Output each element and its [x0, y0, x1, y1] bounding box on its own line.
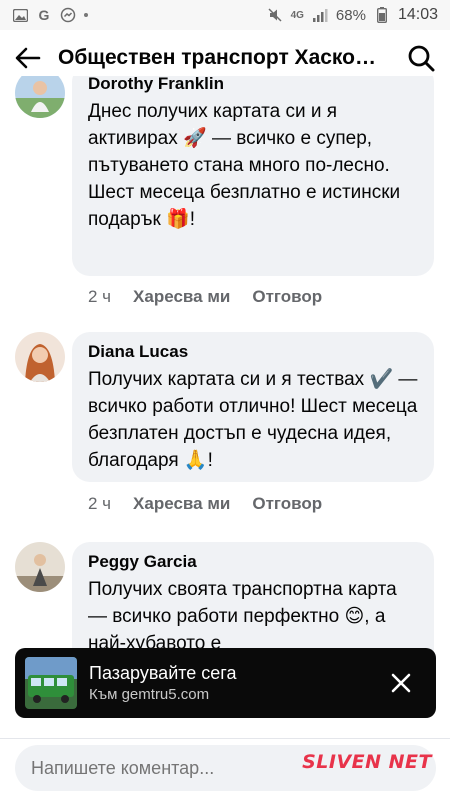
- ad-texts: Пазарувайте сега Към gemtru5.com: [89, 661, 386, 705]
- comment-text: Днес получих картата си и я активирах 🚀 …: [88, 101, 401, 230]
- comment-time: 2 ч: [88, 287, 112, 306]
- comment-author[interactable]: Dorothy Franklin: [88, 76, 420, 94]
- messenger-icon: [60, 7, 76, 23]
- comment-bubble: Dorothy Franklin Днес получих картата си…: [72, 76, 434, 276]
- comment-author[interactable]: Diana Lucas: [88, 342, 420, 362]
- comment-text: Получих картата си и я тествах ✔️ — всич…: [88, 369, 418, 471]
- reply-button[interactable]: Отговор: [252, 494, 322, 514]
- ad-banner[interactable]: Пазарувайте сега Към gemtru5.com: [15, 648, 436, 718]
- ad-link[interactable]: Към gemtru5.com: [89, 685, 386, 705]
- status-left: G: [12, 7, 88, 23]
- reply-button[interactable]: Отговор: [252, 287, 322, 307]
- search-icon[interactable]: [404, 41, 438, 75]
- back-arrow-icon[interactable]: [12, 42, 44, 74]
- comment-list: Dorothy Franklin Днес получих картата си…: [0, 76, 450, 736]
- status-bar: G 4G 68% 14:03: [0, 0, 450, 30]
- battery-icon: [374, 7, 390, 23]
- watermark-text: SLIVEN NET: [302, 751, 432, 773]
- avatar[interactable]: [15, 332, 65, 382]
- comment-author[interactable]: Peggy Garcia: [88, 552, 420, 572]
- composer-bar: SLIVEN NET: [0, 738, 450, 800]
- comment-bubble: Diana Lucas Получих картата си и я теств…: [72, 332, 434, 482]
- battery-percentage: 68%: [335, 6, 366, 24]
- signal-icon: [312, 7, 328, 23]
- mute-icon: [267, 7, 283, 23]
- comment-actions: 2 ч Харесва ми Отговор: [88, 494, 322, 514]
- avatar[interactable]: [15, 542, 65, 592]
- avatar[interactable]: [15, 76, 65, 118]
- comment-input[interactable]: [31, 757, 271, 779]
- google-icon: G: [38, 7, 50, 23]
- like-button[interactable]: Харесва ми: [133, 287, 230, 307]
- clock: 14:03: [397, 6, 438, 23]
- ad-thumbnail[interactable]: [25, 657, 77, 709]
- ad-title[interactable]: Пазарувайте сега: [89, 661, 386, 685]
- watermark: SLIVEN NET: [302, 751, 432, 773]
- page-title: Обществен транспорт Хаско…: [58, 46, 376, 69]
- notification-dot-icon: [84, 13, 88, 17]
- image-icon: [12, 7, 28, 23]
- status-right: 4G 68% 14:03: [267, 6, 438, 24]
- comment-actions: 2 ч Харесва ми Отговор: [88, 287, 322, 307]
- network-type: 4G: [290, 9, 304, 21]
- like-button[interactable]: Харесва ми: [133, 494, 230, 514]
- comment-time: 2 ч: [88, 494, 112, 513]
- comment-text: Получих своята транспортна карта — всичк…: [88, 579, 397, 654]
- close-icon[interactable]: [386, 668, 416, 698]
